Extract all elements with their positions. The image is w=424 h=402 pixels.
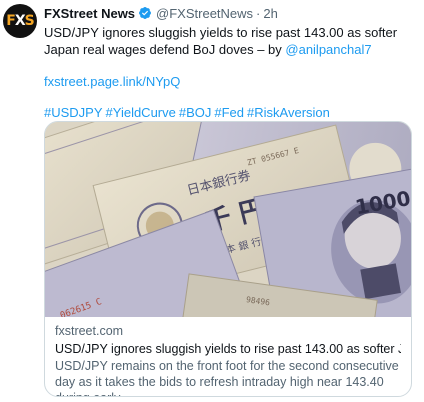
tweet-content: FXStreet News @FXStreetNews · 2h USD/JPY… xyxy=(44,4,412,121)
tweet-text: USD/JPY ignores sluggish yields to rise … xyxy=(44,24,412,58)
link-preview-card[interactable]: 千 円 日本銀行券 日 本 銀 行 ZT 055667 E 1000 06261… xyxy=(44,121,412,397)
author-handle[interactable]: @FXStreetNews xyxy=(156,6,253,21)
tweet-time[interactable]: 2h xyxy=(263,6,277,21)
mention-link[interactable]: @anilpanchal7 xyxy=(285,42,371,57)
card-domain: fxstreet.com xyxy=(55,324,124,338)
logo-letter-s: S xyxy=(24,13,35,29)
hashtag-link[interactable]: #RiskAversion xyxy=(247,105,330,120)
logo-letter-f: F xyxy=(6,13,16,29)
hashtag-link[interactable]: #Fed xyxy=(214,105,244,120)
hashtag-list: #USDJPY #YieldCurve #BOJ #Fed #RiskAversion xyxy=(44,105,412,120)
author-name[interactable]: FXStreet News xyxy=(44,6,135,21)
avatar[interactable]: FXS xyxy=(3,4,37,38)
card-image-yen-banknotes: 千 円 日本銀行券 日 本 銀 行 ZT 055667 E 1000 06261… xyxy=(45,122,411,317)
banknotes-illustration: 千 円 日本銀行券 日 本 銀 行 ZT 055667 E 1000 06261… xyxy=(45,122,411,317)
hashtag-link[interactable]: #USDJPY xyxy=(44,105,103,120)
hashtag-link[interactable]: #BOJ xyxy=(179,105,212,120)
tweet-header: FXStreet News @FXStreetNews · 2h xyxy=(44,4,412,22)
card-body: fxstreet.com USD/JPY ignores sluggish yi… xyxy=(45,317,411,396)
verified-badge-icon xyxy=(139,7,152,19)
card-description: USD/JPY remains on the front foot for th… xyxy=(55,359,399,396)
logo-letter-x: X xyxy=(14,13,26,29)
hashtag-link[interactable]: #YieldCurve xyxy=(106,105,176,120)
tweet-link[interactable]: fxstreet.page.link/NYpQ xyxy=(44,74,412,89)
separator-dot: · xyxy=(256,5,261,21)
fxstreet-logo: FXS xyxy=(6,13,35,29)
card-title[interactable]: USD/JPY ignores sluggish yields to rise … xyxy=(55,341,401,357)
